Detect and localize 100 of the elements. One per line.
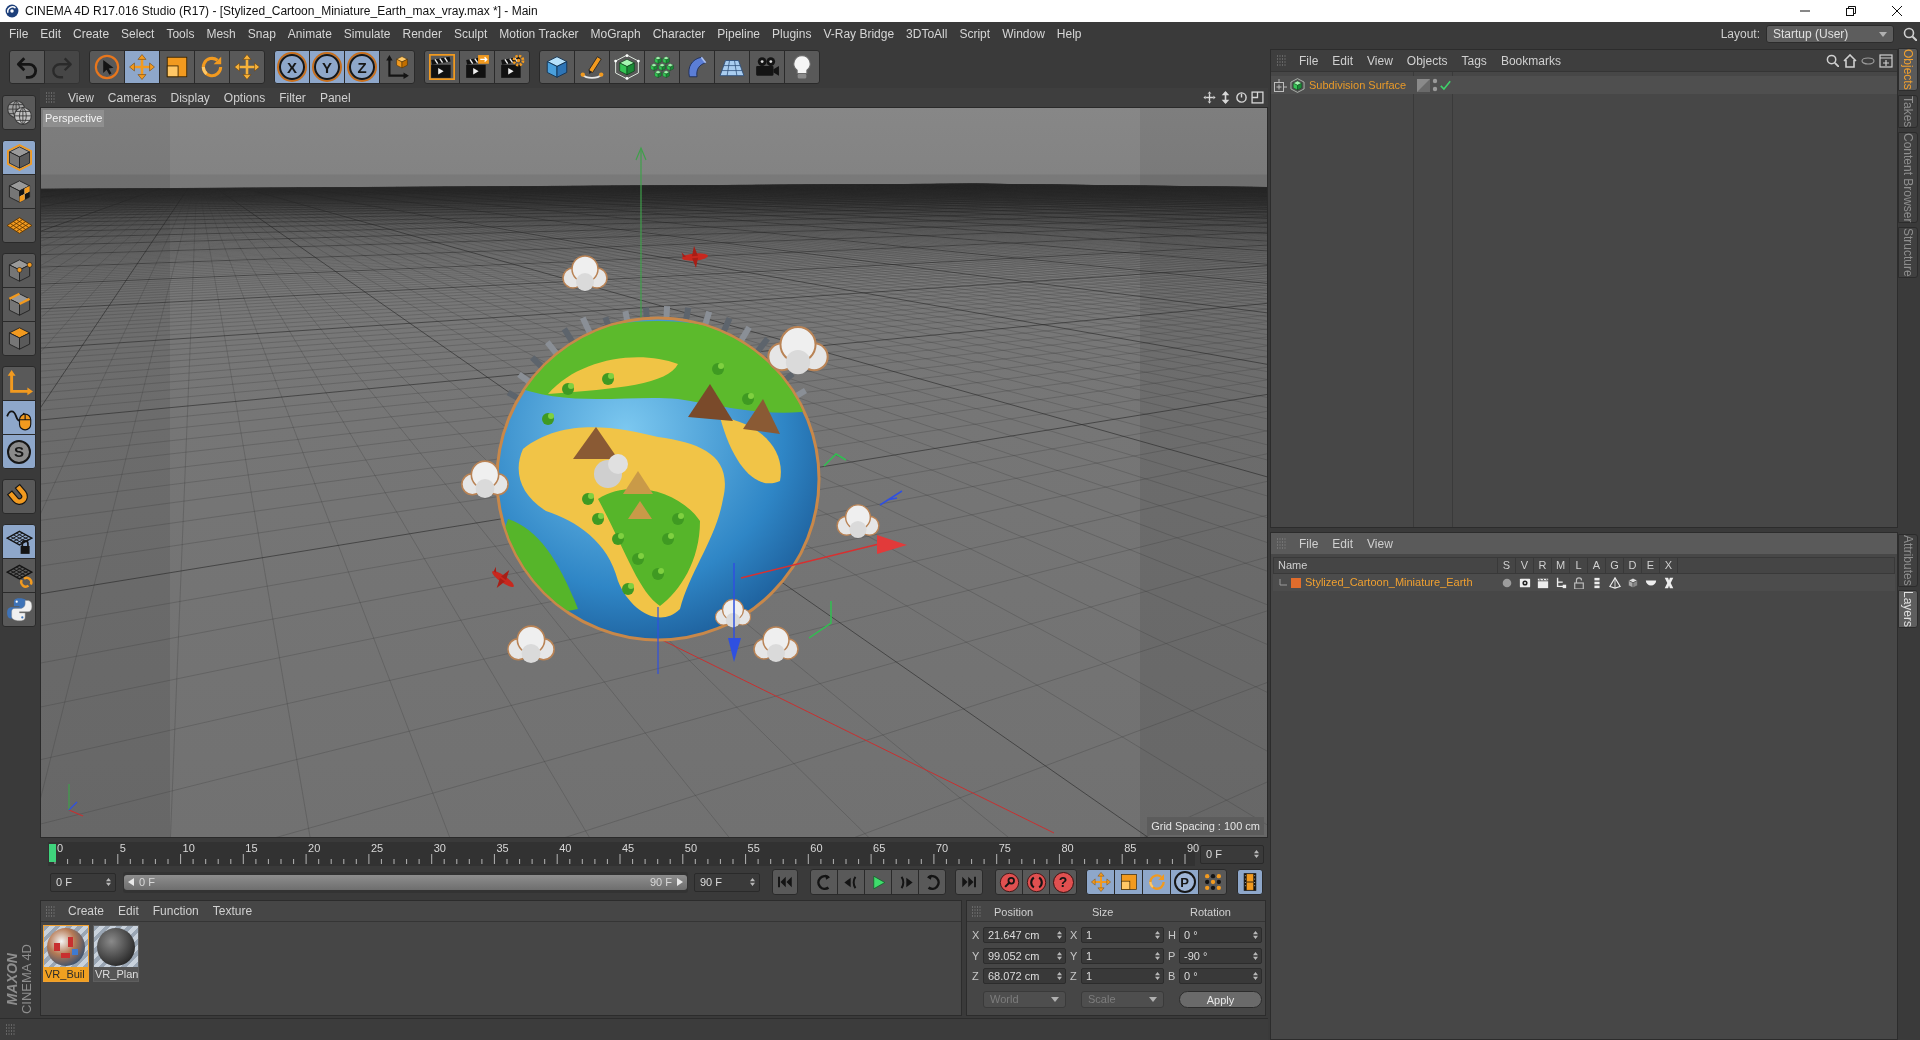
timeline-toggle-button[interactable] <box>1237 869 1263 895</box>
go-to-start-button[interactable] <box>772 869 798 895</box>
align-workplane-button[interactable] <box>2 558 36 593</box>
coordinate-field[interactable]: 0 ° <box>1179 968 1262 985</box>
axis-mode-button[interactable] <box>2 366 36 401</box>
s-toggle-button[interactable]: S <box>2 434 36 469</box>
move-key-button[interactable] <box>1086 869 1115 895</box>
coordinate-field[interactable]: 99.052 cm <box>983 947 1066 964</box>
menu-item[interactable]: Pipeline <box>711 23 767 45</box>
panel-menu-item[interactable]: Tags <box>1454 51 1494 70</box>
menu-item[interactable]: Sculpt <box>447 23 494 45</box>
play-button[interactable] <box>864 869 892 895</box>
viewport-menu-item[interactable]: Display <box>163 88 217 107</box>
parameter-key-button[interactable]: P <box>1170 869 1199 895</box>
menu-item[interactable]: MoGraph <box>584 23 647 45</box>
menu-item[interactable]: V-Ray Bridge <box>817 23 901 45</box>
undo-button[interactable] <box>9 50 45 84</box>
viewport-menu-item[interactable]: Filter <box>272 88 313 107</box>
floor-button[interactable] <box>714 50 750 84</box>
points-mode-button[interactable] <box>2 253 36 288</box>
viewport-menu-item[interactable]: Options <box>216 88 273 107</box>
panel-menu-item[interactable]: Objects <box>1399 51 1455 70</box>
apply-button[interactable]: Apply <box>1179 990 1262 1008</box>
menu-item[interactable]: 3DToAll <box>900 23 954 45</box>
current-frame-field[interactable]: 0 F <box>1200 844 1264 864</box>
world-button[interactable] <box>2 95 36 130</box>
menu-item[interactable]: File <box>3 23 35 45</box>
material-menu-item[interactable]: Function <box>145 902 206 920</box>
panel-menu-item[interactable]: View <box>1360 51 1400 70</box>
rotate-key-button[interactable] <box>1142 869 1171 895</box>
menu-item[interactable]: Window <box>996 23 1051 45</box>
subdivision-button[interactable] <box>609 50 645 84</box>
coordinate-system-button[interactable] <box>379 50 415 84</box>
lock-workplane-button[interactable] <box>2 524 36 559</box>
transform-tool-button[interactable] <box>229 50 265 84</box>
viewport-menu-item[interactable]: Panel <box>312 88 358 107</box>
menu-item[interactable]: Snap <box>241 23 282 45</box>
viewport-menu-item[interactable]: Cameras <box>100 88 164 107</box>
column-header[interactable]: L <box>1570 558 1588 573</box>
magnet-button[interactable] <box>2 479 36 514</box>
autokey-button[interactable] <box>1022 869 1050 895</box>
menu-item[interactable]: Character <box>646 23 712 45</box>
render-picture-button[interactable] <box>459 50 495 84</box>
menu-item[interactable]: Help <box>1050 23 1088 45</box>
coordinate-field[interactable]: 21.647 cm <box>983 927 1066 944</box>
coordinate-field[interactable]: 68.072 cm <box>983 968 1066 985</box>
column-header[interactable]: A <box>1588 558 1606 573</box>
object-row[interactable]: Subdivision Surface <box>1271 76 1897 94</box>
y-axis-button[interactable]: Y <box>309 50 345 84</box>
panel-menu-item[interactable]: Edit <box>1325 51 1361 70</box>
column-header[interactable]: Name <box>1274 558 1498 573</box>
z-axis-button[interactable]: Z <box>344 50 380 84</box>
column-header[interactable]: S <box>1498 558 1516 573</box>
menu-item[interactable]: Create <box>67 23 116 45</box>
material-menu-item[interactable]: Texture <box>205 902 260 920</box>
edges-mode-button[interactable] <box>2 287 36 322</box>
point-level-key-button[interactable] <box>1198 869 1227 895</box>
side-tab[interactable]: Layers <box>1898 589 1918 628</box>
material-menu-item[interactable]: Edit <box>111 902 146 920</box>
column-header[interactable]: D <box>1624 558 1642 573</box>
light-button[interactable] <box>784 50 820 84</box>
record-key-button[interactable] <box>995 869 1023 895</box>
column-header[interactable]: G <box>1606 558 1624 573</box>
material-menu-item[interactable]: Create <box>61 902 112 920</box>
pen-button[interactable] <box>574 50 610 84</box>
panel-menu-item[interactable]: View <box>1360 534 1400 553</box>
menu-item[interactable]: Simulate <box>337 23 397 45</box>
python-button[interactable] <box>2 592 36 627</box>
end-frame-field[interactable]: 90 F <box>694 872 760 892</box>
menu-item[interactable]: Render <box>396 23 448 45</box>
scale-tool-button[interactable] <box>159 50 195 84</box>
tweak-mode-button[interactable] <box>2 400 36 435</box>
rotate-tool-button[interactable] <box>194 50 230 84</box>
texture-mode-button[interactable] <box>2 174 36 209</box>
go-to-end-button[interactable] <box>955 869 983 895</box>
move-tool-button[interactable] <box>124 50 160 84</box>
material-item[interactable]: VR_Buil <box>43 925 89 982</box>
layout-dropdown[interactable]: Startup (User) <box>1766 25 1894 43</box>
polygons-mode-button[interactable] <box>2 321 36 356</box>
panel-menu-item[interactable]: Bookmarks <box>1493 51 1568 70</box>
menu-item[interactable]: Animate <box>281 23 338 45</box>
menu-item[interactable]: Edit <box>34 23 68 45</box>
next-key-button[interactable] <box>918 869 946 895</box>
viewport-menu-item[interactable]: View <box>61 88 101 107</box>
coordinate-field[interactable]: 1 <box>1081 968 1164 985</box>
render-settings-button[interactable] <box>494 50 530 84</box>
menu-item[interactable]: Motion Tracker <box>493 23 585 45</box>
menu-item[interactable]: Select <box>115 23 161 45</box>
scale-key-button[interactable] <box>1114 869 1143 895</box>
cloner-button[interactable] <box>644 50 680 84</box>
keyframe-selection-button[interactable]: ? <box>1049 869 1077 895</box>
panel-menu-item[interactable]: Edit <box>1325 534 1361 553</box>
start-frame-field[interactable]: 0 F <box>50 872 116 892</box>
select-tool-button[interactable] <box>89 50 125 84</box>
coordinate-field[interactable]: 0 ° <box>1179 927 1262 944</box>
x-axis-button[interactable]: X <box>274 50 310 84</box>
cube-button[interactable] <box>539 50 575 84</box>
column-header[interactable]: V <box>1516 558 1534 573</box>
panel-menu-item[interactable]: File <box>1292 51 1326 70</box>
previous-key-button[interactable] <box>810 869 838 895</box>
